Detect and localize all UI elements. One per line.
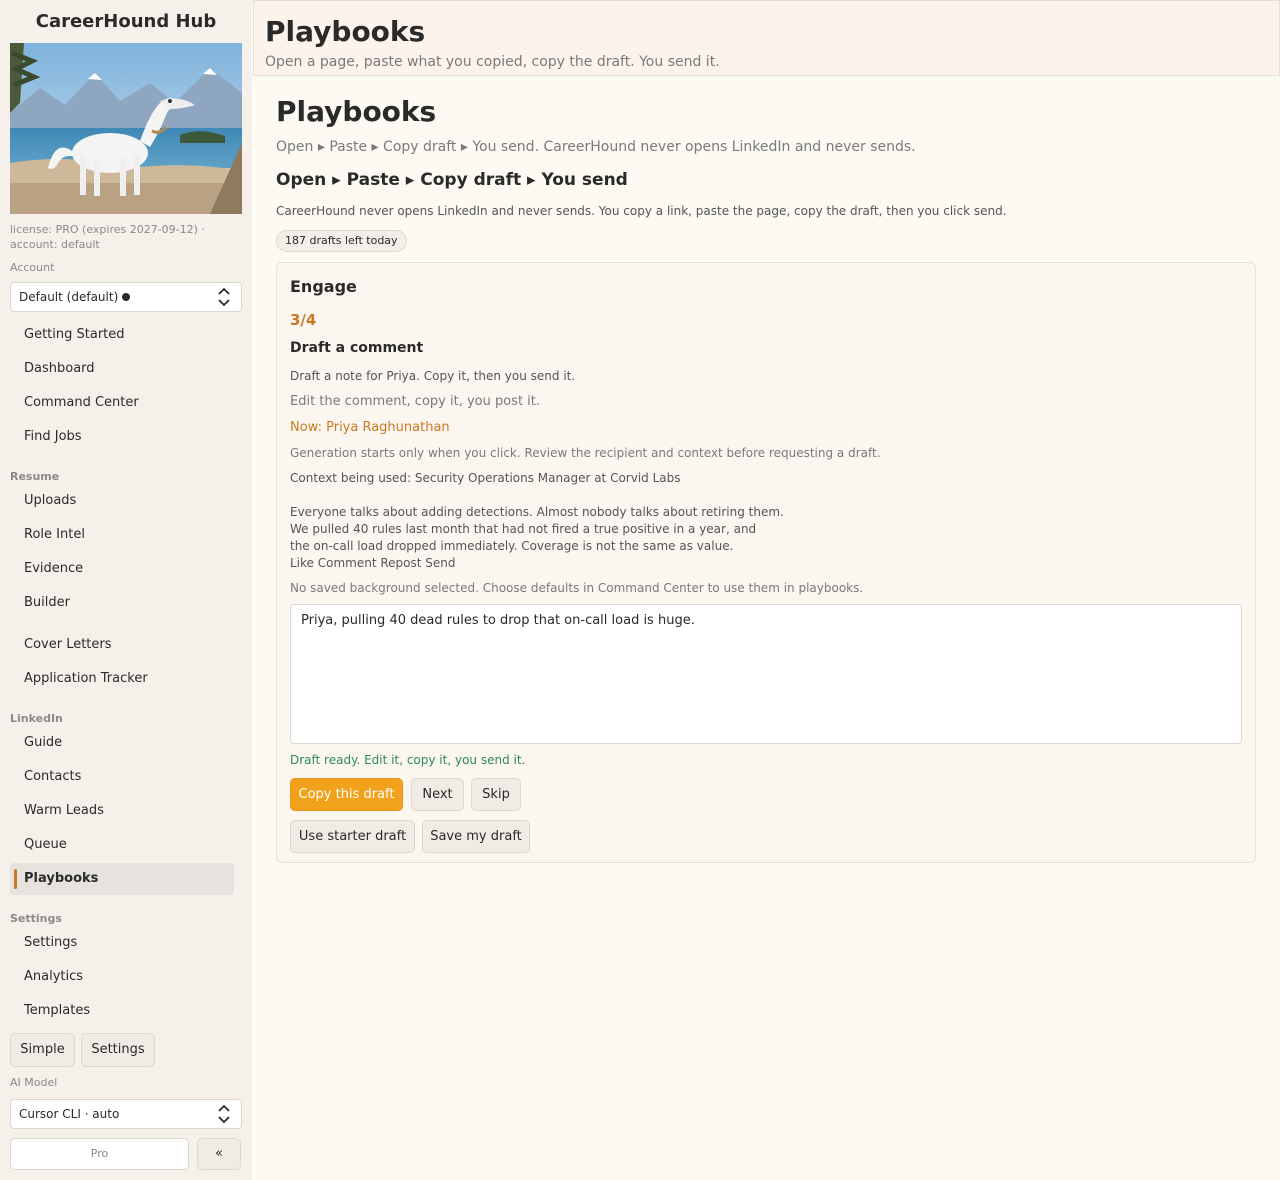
account-label: Account [10,261,55,274]
step-instruction: Draft a note for Priya. Copy it, then yo… [290,369,576,383]
settings-section-label: Settings [10,912,62,925]
brand-title: CareerHound Hub [35,11,217,32]
draft-status: Draft ready. Edit it, copy it, you send … [290,753,526,767]
sidebar-item-analytics[interactable]: Analytics [10,961,234,993]
generation-note: Generation starts only when you click. R… [290,446,881,460]
sidebar-item-uploads[interactable]: Uploads [10,485,234,517]
sidebar-item-guide[interactable]: Guide [10,727,234,759]
privacy-note: CareerHound never opens LinkedIn and nev… [276,204,1007,218]
post-line: Everyone talks about adding detections. … [290,505,784,519]
current-recipient: Now: Priya Raghunathan [290,420,450,435]
sidebar-item-evidence[interactable]: Evidence [10,553,234,585]
sidebar-item-application-tracker[interactable]: Application Tracker [10,663,234,695]
page-subtitle: Open ▸ Paste ▸ Copy draft ▸ You send. Ca… [276,139,916,155]
use-starter-draft-button[interactable]: Use starter draft [290,820,415,853]
post-line: the on-call load dropped immediately. Co… [290,539,734,553]
skip-button[interactable]: Skip [471,778,521,811]
pasted-post: Everyone talks about adding detections. … [290,504,784,572]
next-button[interactable]: Next [411,778,464,811]
flow-heading: Open ▸ Paste ▸ Copy draft ▸ You send [276,170,628,190]
resume-section-label: Resume [10,470,60,483]
sidebar-item-role-intel[interactable]: Role Intel [10,519,234,551]
sidebar-item-dashboard[interactable]: Dashboard [10,353,234,385]
collapse-sidebar-button[interactable]: « [197,1138,241,1170]
sidebar-item-warm-leads[interactable]: Warm Leads [10,795,234,827]
sidebar-item-playbooks[interactable]: Playbooks [10,863,234,895]
pro-button[interactable]: Pro [10,1138,189,1170]
header-subtitle: Open a page, paste what you copied, copy… [265,54,720,70]
sidebar-item-cover-letters[interactable]: Cover Letters [10,629,234,661]
sidebar-item-queue[interactable]: Queue [10,829,234,861]
save-draft-button[interactable]: Save my draft [422,820,530,853]
sidebar-item-command-center[interactable]: Command Center [10,387,234,419]
page-header: Playbooks Open a page, paste what you co… [253,0,1280,76]
header-title: Playbooks [265,15,426,48]
status-dot-icon [122,293,131,301]
sidebar-item-find-jobs[interactable]: Find Jobs [10,421,234,453]
step-instruction-secondary: Edit the comment, copy it, you post it. [290,394,541,409]
step-counter: 3/4 [290,311,317,329]
drafts-left-badge: 187 drafts left today [276,230,407,252]
ai-model-select[interactable]: Cursor CLI · auto [10,1099,242,1129]
sidebar-item-getting-started[interactable]: Getting Started [10,319,234,351]
copy-draft-button[interactable]: Copy this draft [290,778,403,811]
sidebar-item-builder[interactable]: Builder [10,587,234,619]
post-actions-line: Like Comment Repost Send [290,556,456,570]
ai-model-label: AI Model [10,1076,58,1089]
engage-card: Engage 3/4 Draft a comment Draft a note … [276,262,1256,863]
sidebar-item-settings[interactable]: Settings [10,927,234,959]
context-line: Context being used: Security Operations … [290,471,681,485]
background-note: No saved background selected. Choose def… [290,581,864,595]
post-line: We pulled 40 rules last month that had n… [290,522,757,536]
page-title: Playbooks [276,95,437,128]
select-arrows-icon [218,287,230,307]
hero-image [10,43,242,214]
license-info: license: PRO (expires 2027-09-12) · acco… [10,223,205,251]
account-select-value: Default (default) [19,290,119,304]
sidebar: CareerHound Hub license: PRO (expires 20… [0,0,252,1180]
select-arrows-icon [218,1104,230,1124]
sidebar-item-contacts[interactable]: Contacts [10,761,234,793]
ai-model-select-value: Cursor CLI · auto [19,1107,120,1121]
card-title: Engage [290,277,357,296]
draft-textarea[interactable]: Priya, pulling 40 dead rules to drop tha… [290,604,1242,744]
simple-mode-button[interactable]: Simple [10,1033,75,1067]
sidebar-item-templates[interactable]: Templates [10,995,234,1027]
linkedin-section-label: LinkedIn [10,712,63,725]
step-title: Draft a comment [290,340,424,356]
greyhound-lake-illustration [10,43,242,214]
account-select[interactable]: Default (default) [10,282,242,312]
settings-mode-button[interactable]: Settings [81,1033,155,1067]
